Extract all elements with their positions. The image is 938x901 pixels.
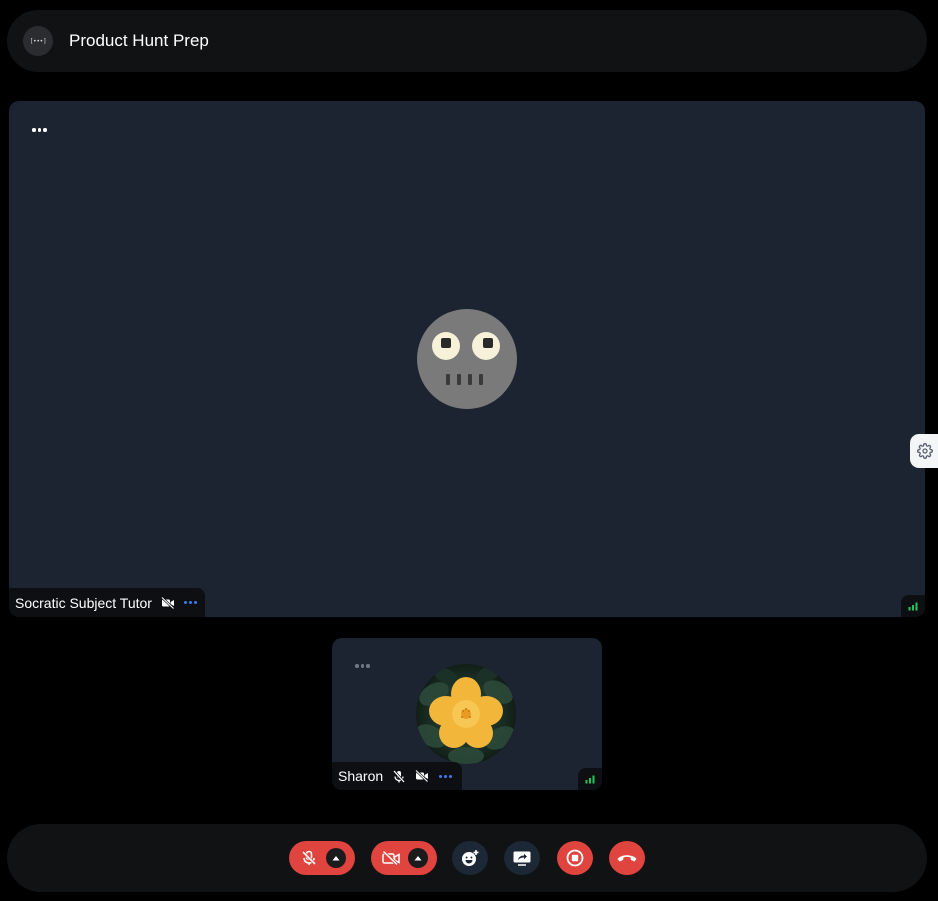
mic-toggle-button[interactable] <box>289 841 355 875</box>
settings-gear-button[interactable] <box>910 434 938 468</box>
call-controls-bar <box>7 824 927 892</box>
mic-off-icon <box>299 848 319 868</box>
tile-more-options-button[interactable] <box>32 128 47 132</box>
self-participant-tile: Sharon <box>332 638 602 790</box>
participant-name: Socratic Subject Tutor <box>15 594 152 611</box>
robot-eye-left <box>432 332 460 360</box>
mic-options-chevron-up-icon[interactable] <box>326 848 346 868</box>
connection-signal-icon <box>578 768 602 790</box>
stop-record-icon <box>566 849 584 867</box>
gear-icon <box>917 443 933 459</box>
video-off-icon <box>381 848 401 868</box>
participant-menu-button[interactable] <box>183 601 197 604</box>
participant-name-tag: Sharon <box>332 762 463 790</box>
stop-recording-button[interactable] <box>557 841 593 875</box>
participant-name-tag: Socratic Subject Tutor <box>9 588 205 617</box>
main-participant-tile: Socratic Subject Tutor <box>9 101 925 617</box>
video-off-icon <box>415 770 429 782</box>
robot-mouth <box>446 374 483 385</box>
reactions-button[interactable] <box>452 841 488 875</box>
screen-share-button[interactable] <box>504 841 540 875</box>
connection-signal-icon <box>901 595 925 617</box>
room-logo: [•••] <box>23 26 53 56</box>
tile-more-options-button[interactable] <box>355 664 370 668</box>
call-header: [•••] Product Hunt Prep <box>7 10 927 72</box>
camera-toggle-button[interactable] <box>371 841 437 875</box>
leave-call-button[interactable] <box>609 841 645 875</box>
participant-name: Sharon <box>338 768 384 784</box>
screen-share-icon <box>512 850 532 866</box>
video-off-icon <box>161 596 175 609</box>
hang-up-icon <box>616 852 638 864</box>
robot-eye-right <box>472 332 500 360</box>
camera-options-chevron-up-icon[interactable] <box>408 848 428 868</box>
participant-menu-button[interactable] <box>439 774 453 778</box>
flower-avatar <box>416 664 516 764</box>
robot-avatar <box>417 309 517 409</box>
emoji-add-icon <box>461 849 479 867</box>
room-title: Product Hunt Prep <box>69 31 209 50</box>
mic-off-icon <box>393 769 406 783</box>
